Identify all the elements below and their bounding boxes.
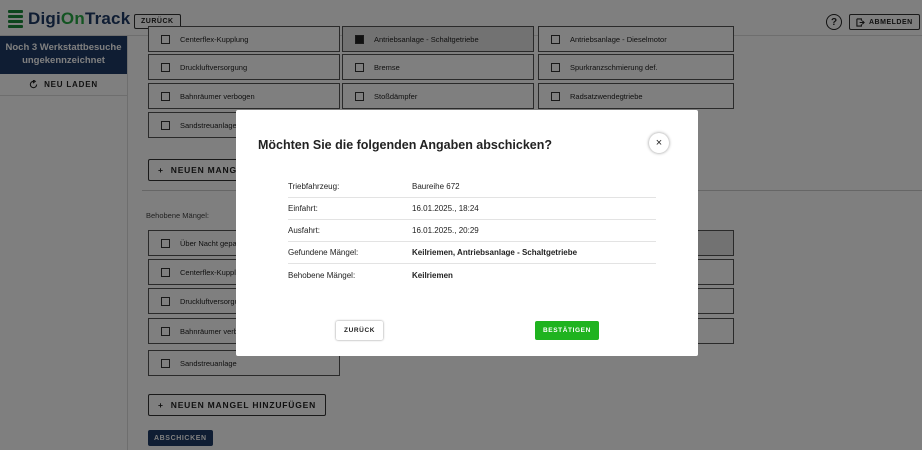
confirm-button-label: BESTÄTIGEN	[543, 327, 591, 334]
summary-value: 16.01.2025., 18:24	[412, 204, 479, 213]
summary-key: Einfahrt:	[288, 204, 318, 213]
dialog-title: Möchten Sie die folgenden Angaben abschi…	[258, 138, 553, 152]
summary-value: Keilriemen, Antriebsanlage - Schaltgetri…	[412, 248, 578, 257]
close-icon: ×	[655, 137, 663, 149]
summary-value: Baureihe 672	[412, 182, 460, 191]
summary-key: Ausfahrt:	[288, 226, 321, 235]
dialog-back-button[interactable]: ZURÜCK	[336, 321, 384, 340]
summary-key: Triebfahrzeug:	[288, 182, 340, 191]
summary-value: 16.01.2025., 20:29	[412, 226, 479, 235]
summary-row: Gefundene Mängel: Keilriemen, Antriebsanl…	[288, 242, 656, 264]
confirm-button[interactable]: BESTÄTIGEN	[535, 321, 599, 340]
summary-key: Behobene Mängel:	[288, 270, 356, 280]
summary-row: Triebfahrzeug: Baureihe 672	[288, 176, 656, 198]
summary-value: Keilriemen	[412, 270, 453, 280]
dialog-back-label: ZURÜCK	[344, 327, 376, 334]
summary-row: Einfahrt: 16.01.2025., 18:24	[288, 198, 656, 220]
summary-key: Gefundene Mängel:	[288, 248, 359, 257]
summary-row: Behobene Mängel: Keilriemen	[288, 264, 656, 286]
summary-row: Ausfahrt: 16.01.2025., 20:29	[288, 220, 656, 242]
close-button[interactable]: ×	[649, 133, 669, 153]
confirm-dialog: Möchten Sie die folgenden Angaben abschi…	[236, 110, 698, 356]
summary-table: Triebfahrzeug: Baureihe 672 Einfahrt: 16.0…	[288, 176, 656, 286]
